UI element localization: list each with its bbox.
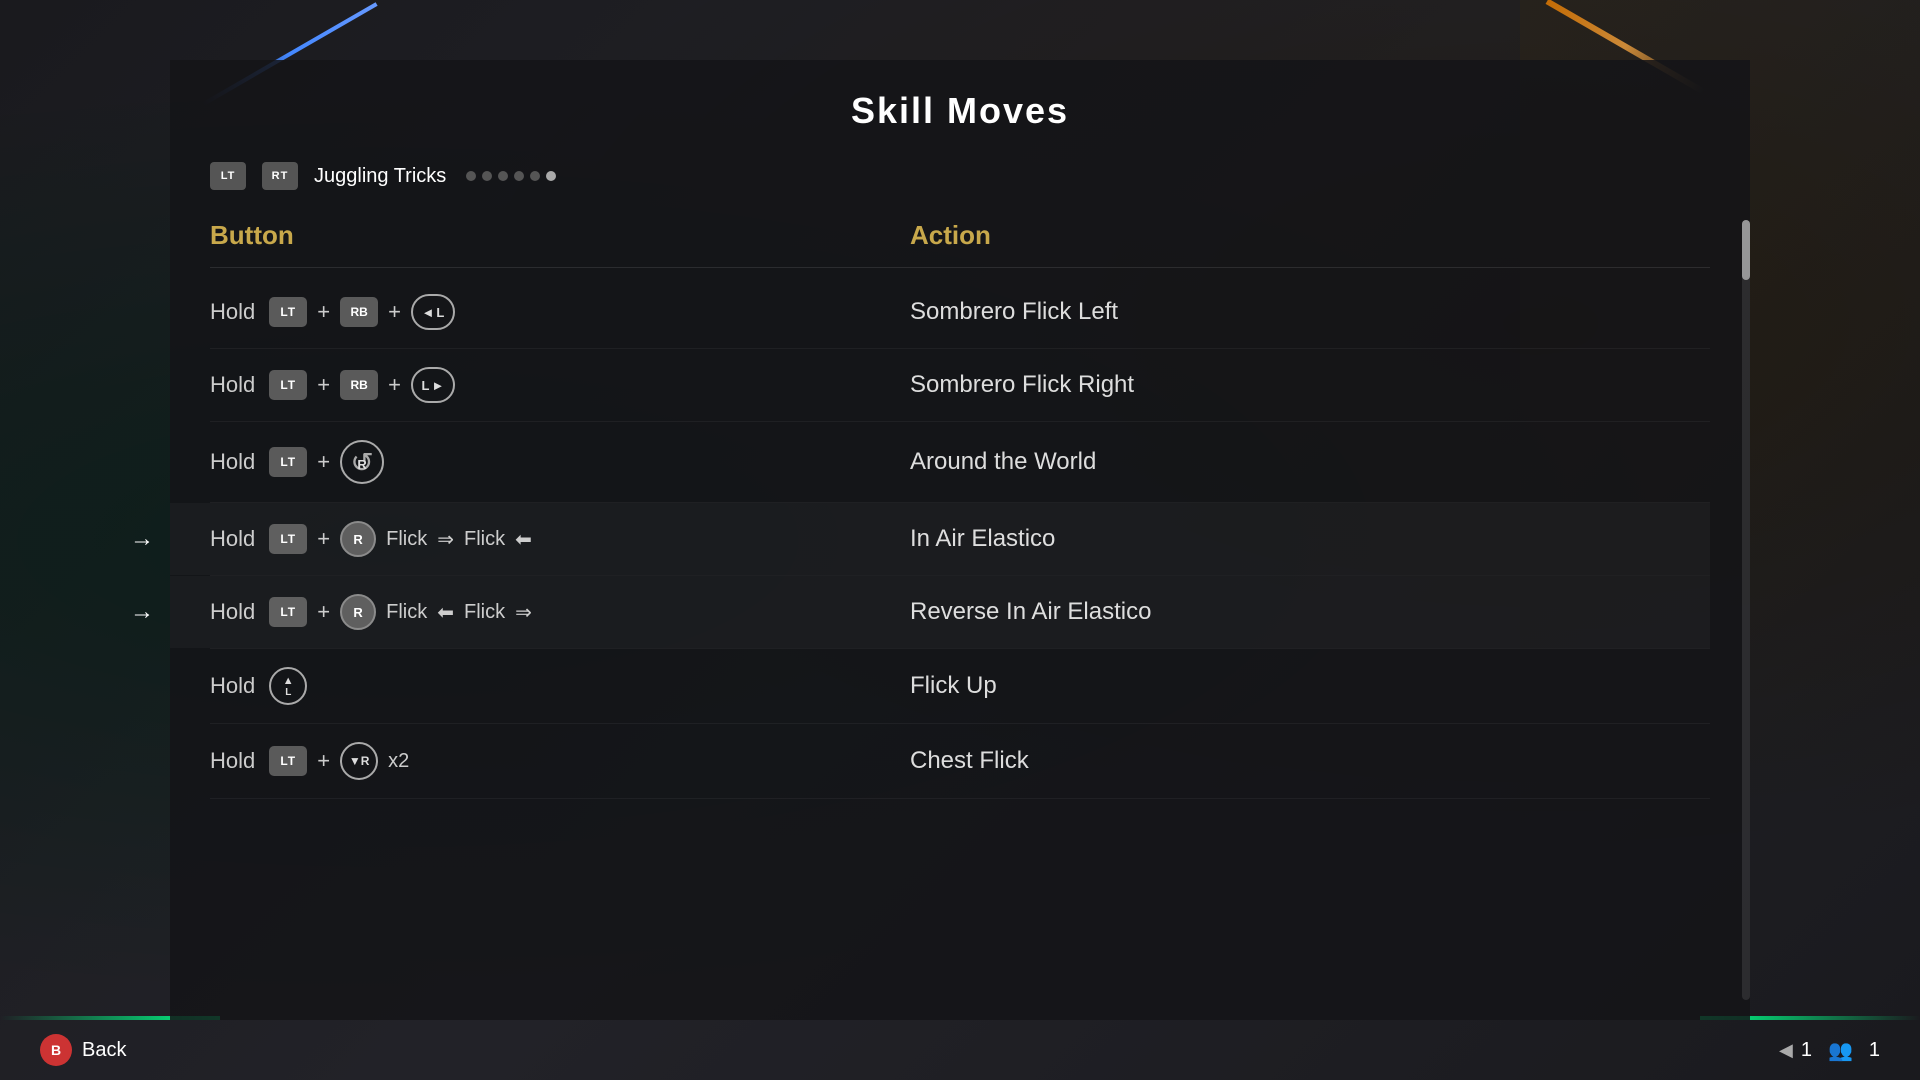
page-title: Skill Moves <box>210 60 1710 152</box>
r-rotate-btn: R <box>340 440 384 484</box>
action-1: Sombrero Flick Left <box>910 298 1710 326</box>
moves-list: Hold LT + RB + ◄L Sombrero Flick Left Ho… <box>210 276 1710 799</box>
move-row-1: Hold LT + RB + ◄L Sombrero Flick Left <box>210 276 1710 349</box>
button-header: Button <box>210 220 910 251</box>
button-seq-1: Hold LT + RB + ◄L <box>210 294 910 330</box>
move-row-4: → Hold LT + R Flick ⇒ Flick ⬅ In Air Ela… <box>210 503 1710 576</box>
action-header: Action <box>910 220 1710 251</box>
bottom-bar: B Back ◀ 1 👥 1 <box>0 1020 1920 1080</box>
lt-btn-4: LT <box>269 524 307 554</box>
category-row: LT RT Juggling Tricks <box>210 152 1710 210</box>
rb-btn-1: RB <box>340 297 378 327</box>
plus-2: + <box>388 299 401 325</box>
action-7: Chest Flick <box>910 747 1710 775</box>
action-2: Sombrero Flick Right <box>910 371 1710 399</box>
main-panel: Skill Moves LT RT Juggling Tricks Button… <box>170 60 1750 1020</box>
players-icon: 👥 <box>1828 1038 1853 1063</box>
rb-btn-2: RB <box>340 370 378 400</box>
x2-label: x2 <box>388 750 409 773</box>
lt-badge: LT <box>210 162 246 190</box>
flick-text-5b: Flick <box>464 601 505 624</box>
plus-3: + <box>317 372 330 398</box>
plus-7: + <box>317 599 330 625</box>
flick-arrow-right-4: ⇒ <box>437 527 454 552</box>
flick-text-4b: Flick <box>464 528 505 551</box>
button-seq-2: Hold LT + RB + L► <box>210 367 910 403</box>
dot-4 <box>514 171 524 181</box>
dot-1 <box>466 171 476 181</box>
flick-text-4a: Flick <box>386 528 427 551</box>
hold-label-3: Hold <box>210 449 255 475</box>
move-row-7: Hold LT + ▼R x2 Chest Flick <box>210 724 1710 799</box>
header-divider <box>210 267 1710 268</box>
arrow-indicator-5: → <box>130 598 154 626</box>
l-left-btn-1: ◄L <box>411 294 455 330</box>
move-row-5: → Hold LT + R Flick ⬅ Flick ⇒ Reverse In… <box>210 576 1710 649</box>
r-down-btn: ▼R <box>340 742 378 780</box>
arrow-indicator-4: → <box>130 525 154 553</box>
lt-btn-5: LT <box>269 597 307 627</box>
l-up-btn: ▲L <box>269 667 307 705</box>
page-number: 1 <box>1801 1039 1812 1062</box>
hold-label-7: Hold <box>210 748 255 774</box>
rt-badge: RT <box>262 162 298 190</box>
flick-text-5a: Flick <box>386 601 427 624</box>
hold-label-4: Hold <box>210 526 255 552</box>
lt-btn-2: LT <box>269 370 307 400</box>
action-4: In Air Elastico <box>910 525 1710 553</box>
b-badge: B <box>40 1034 72 1066</box>
button-seq-3: Hold LT + R <box>210 440 910 484</box>
button-seq-6: Hold ▲L <box>210 667 910 705</box>
scrollbar-thumb[interactable] <box>1742 220 1750 280</box>
button-seq-5: Hold LT + R Flick ⬅ Flick ⇒ <box>210 594 910 630</box>
action-6: Flick Up <box>910 672 1710 700</box>
move-row-6: Hold ▲L Flick Up <box>210 649 1710 724</box>
dot-6-active <box>546 171 556 181</box>
move-row-3: Hold LT + R Around the World <box>210 422 1710 503</box>
r-btn-5: R <box>340 594 376 630</box>
action-3: Around the World <box>910 448 1710 476</box>
players-count: 1 <box>1869 1039 1880 1062</box>
page-dots <box>466 171 556 181</box>
column-headers: Button Action <box>210 210 1710 267</box>
plus-5: + <box>317 449 330 475</box>
lt-btn-3: LT <box>269 447 307 477</box>
page-nav: ◀ 1 <box>1779 1039 1812 1062</box>
button-seq-4: Hold LT + R Flick ⇒ Flick ⬅ <box>210 521 910 557</box>
scrollbar-track[interactable] <box>1742 220 1750 1000</box>
action-5: Reverse In Air Elastico <box>910 598 1710 626</box>
flick-arrow-left-4: ⬅ <box>515 527 532 552</box>
flick-arrow-left-5: ⬅ <box>437 600 454 625</box>
page-info: ◀ 1 👥 1 <box>1779 1038 1880 1063</box>
flick-arrow-right-5: ⇒ <box>515 600 532 625</box>
lt-btn-1: LT <box>269 297 307 327</box>
dot-2 <box>482 171 492 181</box>
dot-5 <box>530 171 540 181</box>
prev-page-icon[interactable]: ◀ <box>1779 1040 1793 1061</box>
plus-6: + <box>317 526 330 552</box>
back-button[interactable]: B Back <box>40 1034 126 1066</box>
plus-1: + <box>317 299 330 325</box>
hold-label-6: Hold <box>210 673 255 699</box>
plus-8: + <box>317 748 330 774</box>
dot-3 <box>498 171 508 181</box>
hold-label-2: Hold <box>210 372 255 398</box>
hold-label-1: Hold <box>210 299 255 325</box>
move-row-2: Hold LT + RB + L► Sombrero Flick Right <box>210 349 1710 422</box>
l-right-btn-2: L► <box>411 367 455 403</box>
plus-4: + <box>388 372 401 398</box>
r-btn-4: R <box>340 521 376 557</box>
hold-label-5: Hold <box>210 599 255 625</box>
back-label: Back <box>82 1039 126 1062</box>
lt-btn-7: LT <box>269 746 307 776</box>
category-name: Juggling Tricks <box>314 165 446 188</box>
button-seq-7: Hold LT + ▼R x2 <box>210 742 910 780</box>
r-rotate-inner: R <box>357 457 366 472</box>
